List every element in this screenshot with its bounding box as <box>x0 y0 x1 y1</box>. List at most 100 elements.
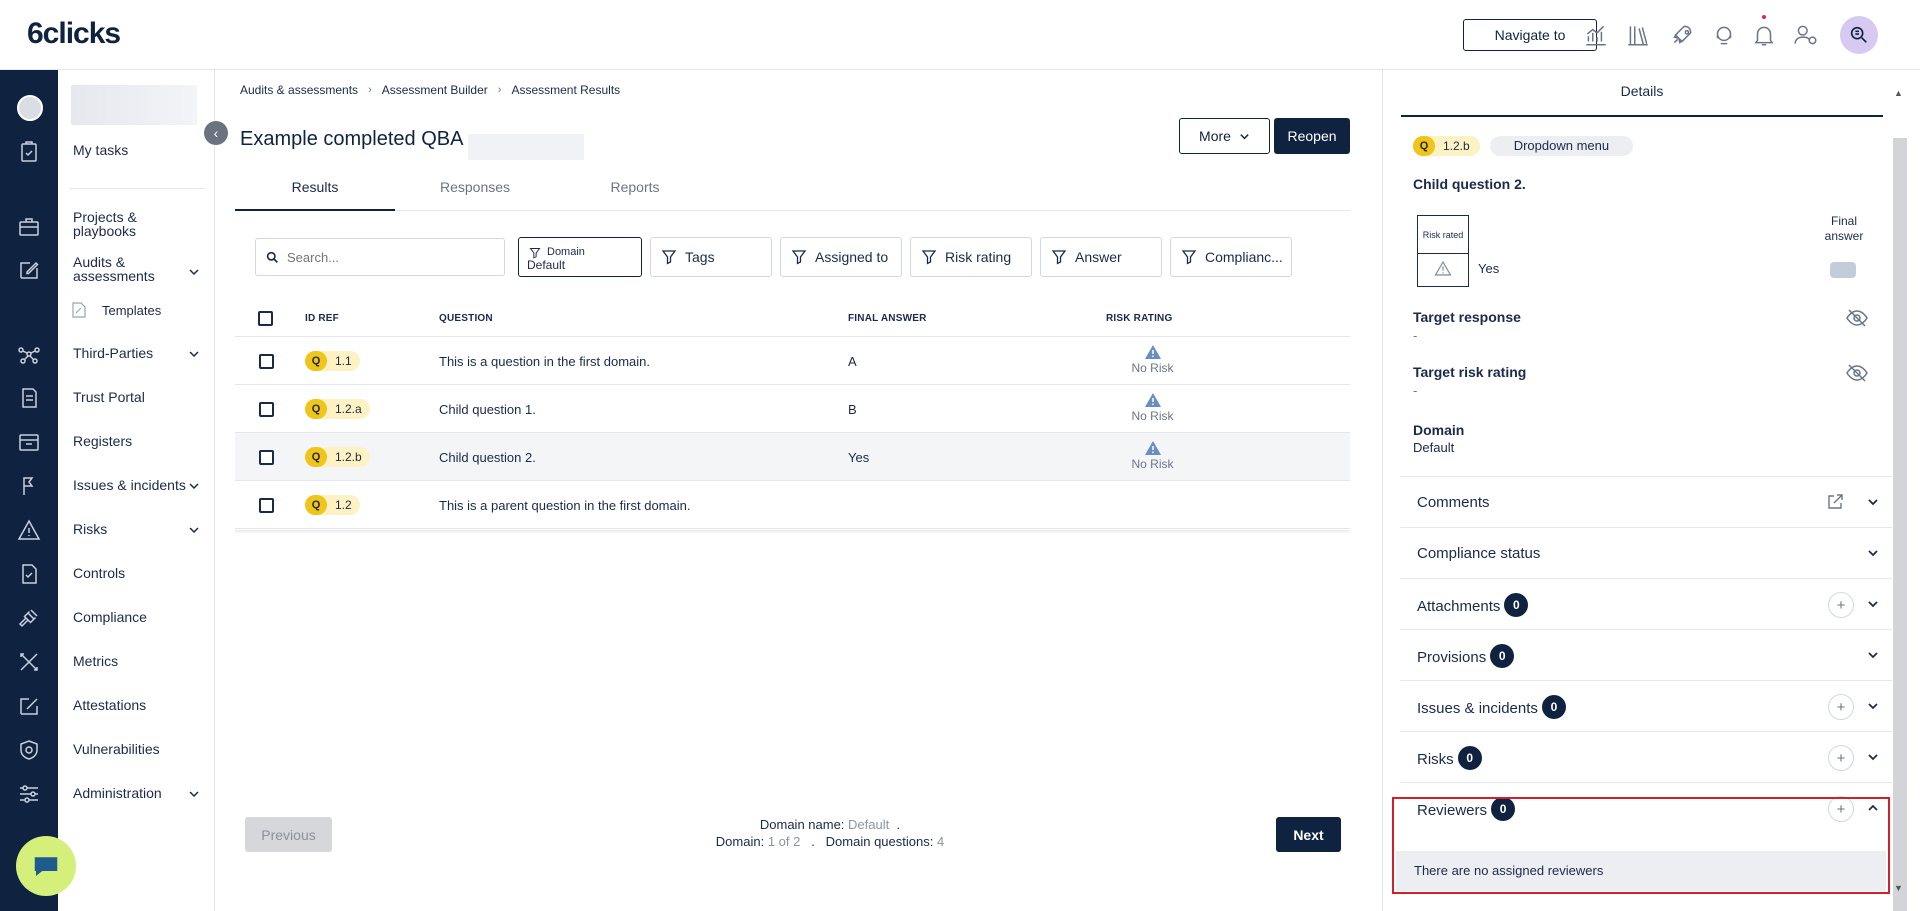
shield-icon[interactable] <box>17 738 41 762</box>
sidebar-item-administration[interactable]: Administration <box>73 786 162 800</box>
tab-reports[interactable]: Reports <box>555 176 715 211</box>
scroll-up-arrow[interactable]: ▲ <box>1894 88 1903 98</box>
tab-responses[interactable]: Responses <box>395 176 555 211</box>
chevron-down-icon[interactable] <box>188 265 200 277</box>
row-checkbox[interactable] <box>259 402 274 417</box>
attestations-icon[interactable] <box>17 694 41 718</box>
sidebar-item-projects[interactable]: Projects & playbooks <box>73 210 137 238</box>
column-header-risk-rating[interactable]: RISK RATING <box>1106 313 1172 324</box>
chevron-down-icon[interactable] <box>1866 495 1880 509</box>
chevron-down-icon[interactable] <box>1866 699 1880 713</box>
sidebar-item-registers[interactable]: Registers <box>73 434 132 448</box>
chevron-down-icon[interactable] <box>188 787 200 799</box>
registers-icon[interactable] <box>17 430 41 454</box>
collapse-sidebar-button[interactable]: ‹ <box>204 121 228 145</box>
column-header-final-answer[interactable]: FINAL ANSWER <box>848 313 927 324</box>
tags-filter[interactable]: Tags <box>650 237 772 277</box>
sidebar-item-third-parties[interactable]: Third-Parties <box>73 346 153 360</box>
metrics-tools-icon[interactable] <box>17 650 41 674</box>
rocket-icon[interactable] <box>1669 22 1695 48</box>
add-issue-button[interactable]: + <box>1828 694 1854 720</box>
sidebar-item-trust-portal[interactable]: Trust Portal <box>73 390 145 404</box>
accordion-compliance-status[interactable]: Compliance status <box>1400 527 1892 578</box>
breadcrumb-item[interactable]: Audits & assessments <box>240 83 358 97</box>
tasks-clipboard-icon[interactable] <box>17 140 41 164</box>
risk-rating-filter[interactable]: Risk rating <box>910 237 1032 277</box>
previous-button[interactable]: Previous <box>245 817 332 852</box>
breadcrumb-item[interactable]: Assessment Results <box>511 83 620 97</box>
chevron-down-icon[interactable] <box>188 479 200 491</box>
domain-filter[interactable]: Domain Default <box>518 237 642 277</box>
sidebar-item-risks[interactable]: Risks <box>73 522 107 536</box>
tab-results[interactable]: Results <box>235 176 395 211</box>
chevron-down-icon[interactable] <box>1866 750 1880 764</box>
scrollbar[interactable] <box>1893 138 1907 911</box>
answer-filter[interactable]: Answer <box>1040 237 1162 277</box>
scroll-down-arrow[interactable]: ▼ <box>1894 883 1903 893</box>
accordion-issues-incidents[interactable]: Issues & incidents 0 + <box>1400 680 1892 731</box>
chevron-down-icon[interactable] <box>1866 546 1880 560</box>
sidebar-item-my-tasks[interactable]: My tasks <box>73 143 128 157</box>
row-checkbox[interactable] <box>259 450 274 465</box>
search-input[interactable] <box>287 249 487 265</box>
trust-portal-icon[interactable] <box>17 386 41 410</box>
eye-off-icon[interactable] <box>1846 309 1868 327</box>
sidebar-item-issues[interactable]: Issues & incidents <box>73 478 186 492</box>
select-all-checkbox[interactable] <box>258 311 273 326</box>
add-attachment-button[interactable]: + <box>1828 592 1854 618</box>
more-button[interactable]: More <box>1179 118 1270 154</box>
issues-icon[interactable] <box>17 474 41 498</box>
table-row[interactable]: Q 1.2.a Child question 1. B No Risk <box>235 385 1350 433</box>
sidebar-item-audits[interactable]: Audits & assessments <box>73 255 155 283</box>
edit-icon[interactable] <box>17 258 41 282</box>
user-settings-icon[interactable] <box>1793 22 1819 48</box>
next-button[interactable]: Next <box>1276 817 1341 852</box>
support-headset-icon[interactable] <box>1711 22 1737 48</box>
external-link-icon[interactable] <box>1826 493 1844 511</box>
dashboard-chart-icon[interactable] <box>1583 22 1609 48</box>
table-row[interactable]: Q 1.2 This is a parent question in the fi… <box>235 481 1350 529</box>
chat-support-button[interactable] <box>16 836 76 896</box>
id-ref: 1.2.b <box>335 450 362 464</box>
sidebar-item-templates[interactable]: Templates <box>102 304 161 318</box>
table-row-selected[interactable]: Q 1.2.b Child question 2. Yes No Risk <box>235 433 1350 481</box>
network-icon[interactable] <box>17 342 41 366</box>
briefcase-icon[interactable] <box>17 215 41 239</box>
accordion-attachments[interactable]: Attachments 0 + <box>1400 578 1892 629</box>
bell-icon[interactable] <box>1751 22 1777 48</box>
sidebar-item-metrics[interactable]: Metrics <box>73 654 118 668</box>
assigned-to-filter[interactable]: Assigned to <box>780 237 902 277</box>
accordion-risks[interactable]: Risks 0 + <box>1400 731 1892 782</box>
chevron-down-icon[interactable] <box>1866 648 1880 662</box>
table-row[interactable]: Q 1.1 This is a question in the first dom… <box>235 337 1350 385</box>
compliance-gavel-icon[interactable] <box>17 606 41 630</box>
breadcrumb-item[interactable]: Assessment Builder <box>382 83 488 97</box>
compliance-filter[interactable]: Complianc... <box>1170 237 1292 277</box>
accordion-provisions[interactable]: Provisions 0 <box>1400 629 1892 680</box>
app-logo[interactable]: 6clicks <box>27 17 121 51</box>
row-checkbox[interactable] <box>259 498 274 513</box>
library-icon[interactable] <box>1625 22 1651 48</box>
details-title[interactable]: Details <box>1401 70 1883 117</box>
controls-icon[interactable] <box>17 562 41 586</box>
sidebar-item-attestations[interactable]: Attestations <box>73 698 146 712</box>
eye-off-icon[interactable] <box>1846 364 1868 382</box>
accordion-comments[interactable]: Comments <box>1400 476 1892 527</box>
chevron-down-icon[interactable] <box>188 347 200 359</box>
row-checkbox[interactable] <box>259 354 274 369</box>
chevron-down-icon[interactable] <box>1866 597 1880 611</box>
administration-sliders-icon[interactable] <box>17 782 41 806</box>
user-avatar[interactable] <box>1840 16 1878 54</box>
sidebar-item-controls[interactable]: Controls <box>73 566 125 580</box>
column-header-id[interactable]: ID REF <box>305 313 339 324</box>
rail-avatar[interactable] <box>17 95 43 121</box>
sidebar-item-compliance[interactable]: Compliance <box>73 610 147 624</box>
risk-warning-icon[interactable] <box>17 518 41 542</box>
final-answer-toggle[interactable] <box>1830 262 1856 278</box>
reopen-button[interactable]: Reopen <box>1274 118 1350 154</box>
navigate-to-button[interactable]: Navigate to <box>1463 19 1597 51</box>
add-risk-button[interactable]: + <box>1828 745 1854 771</box>
chevron-down-icon[interactable] <box>188 523 200 535</box>
column-header-question[interactable]: QUESTION <box>439 313 493 324</box>
sidebar-item-vulnerabilities[interactable]: Vulnerabilities <box>73 742 160 756</box>
